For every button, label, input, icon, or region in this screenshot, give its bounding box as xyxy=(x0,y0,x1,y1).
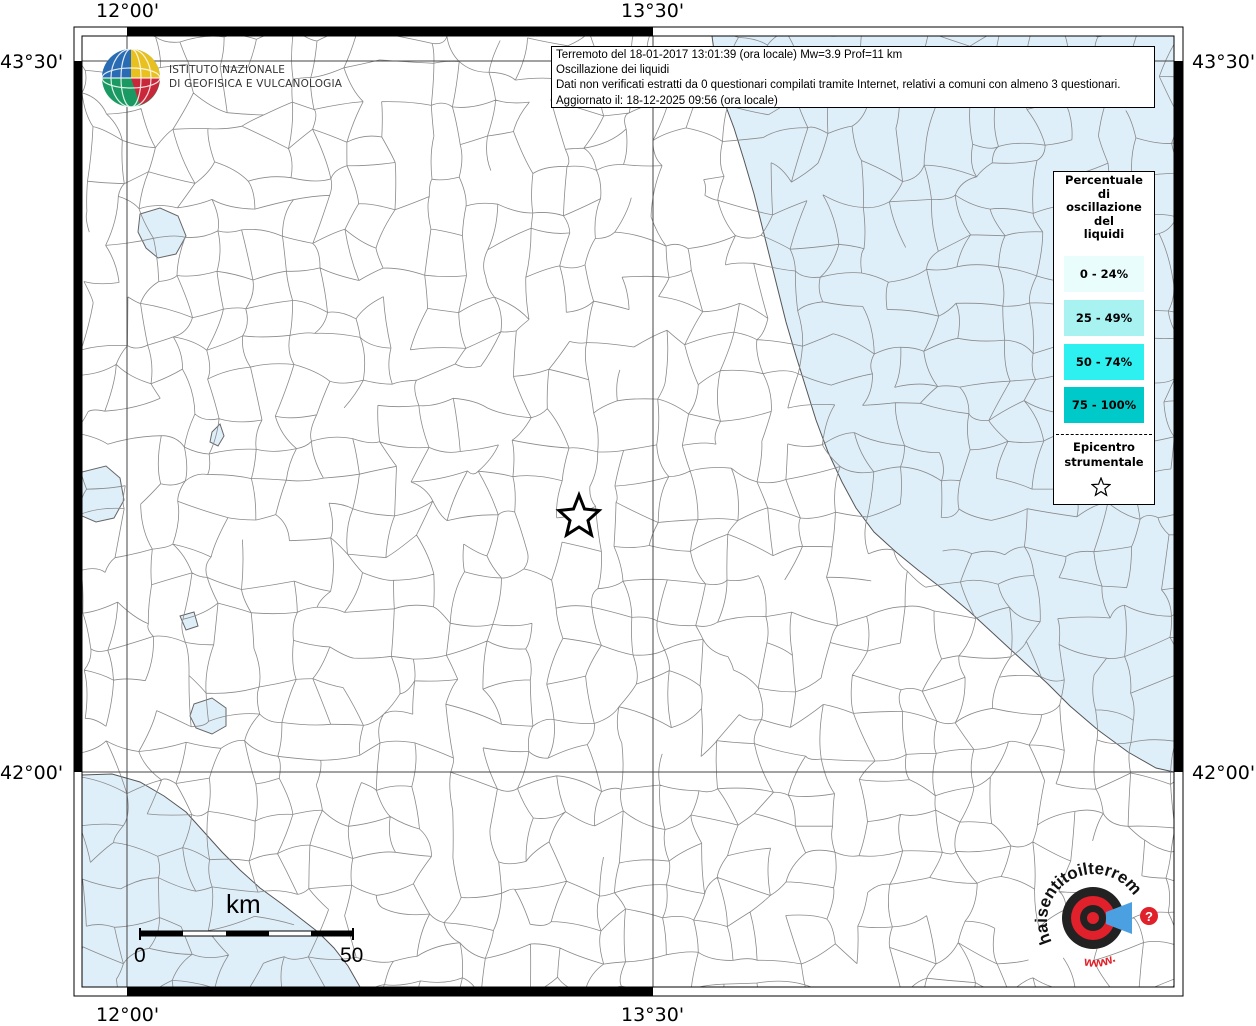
legend-star-icon xyxy=(1091,477,1111,497)
legend-title-line: Percentuale xyxy=(1065,173,1143,187)
legend-epicenter-line: Epicentro xyxy=(1073,440,1135,454)
event-info-line2: Oscillazione dei liquidi xyxy=(556,64,670,77)
lat-label-right-top: 43°30' xyxy=(1192,51,1256,73)
legend-class-50-74: 50 - 74% xyxy=(1064,344,1144,380)
event-info-line4: Aggiornato il: 18-12-2025 09:56 (ora loc… xyxy=(556,94,778,107)
lat-label-left-top: 43°30' xyxy=(0,51,64,73)
map-canvas[interactable]: ? haisentitoilterremoto.it www. xyxy=(0,0,1256,1024)
brand-badge: ? xyxy=(1145,909,1153,924)
legend-epicenter-label: Epicentro strumentale xyxy=(1054,440,1154,469)
legend-class-75-100: 75 - 100% xyxy=(1064,387,1144,423)
ingv-logo-line2: DI GEOFISICA E VULCANOLOGIA xyxy=(169,78,343,90)
legend: Percentuale di oscillazione del liquidi … xyxy=(1053,171,1155,505)
legend-class-25-49: 25 - 49% xyxy=(1064,300,1144,336)
scale-start-label: 0 xyxy=(134,944,146,967)
event-info-line1: Terremoto del 18-01-2017 13:01:39 (ora l… xyxy=(556,49,903,61)
event-info-line3: Dati non verificati estratti da 0 questi… xyxy=(556,79,1121,92)
legend-title-line: liquidi xyxy=(1083,227,1125,241)
legend-title-line: del xyxy=(1094,213,1114,228)
scale-unit-label: km xyxy=(226,889,261,919)
legend-epicenter-line: strumentale xyxy=(1064,454,1144,469)
lat-label-right-bottom: 42°00' xyxy=(1192,762,1256,784)
lon-label-top-mid: 13°30' xyxy=(621,0,685,22)
ingv-logo-line1: ISTITUTO NAZIONALE xyxy=(169,64,286,76)
legend-title-line: di xyxy=(1097,186,1111,201)
ingv-globe-logo xyxy=(101,48,161,108)
lon-label-bottom-left: 12°00' xyxy=(96,1004,160,1026)
legend-class-0-24: 0 - 24% xyxy=(1064,256,1144,292)
legend-title-line: oscillazione xyxy=(1066,200,1142,214)
legend-title: Percentuale di oscillazione del liquidi xyxy=(1054,173,1154,242)
lat-label-left-bottom: 42°00' xyxy=(0,762,64,784)
scale-end-label: 50 xyxy=(340,944,364,967)
lon-label-bottom-mid: 13°30' xyxy=(621,1004,685,1026)
legend-divider xyxy=(1056,434,1152,435)
event-info-box: Terremoto del 18-01-2017 13:01:39 (ora l… xyxy=(551,46,1155,108)
lon-label-top-left: 12°00' xyxy=(96,0,160,22)
